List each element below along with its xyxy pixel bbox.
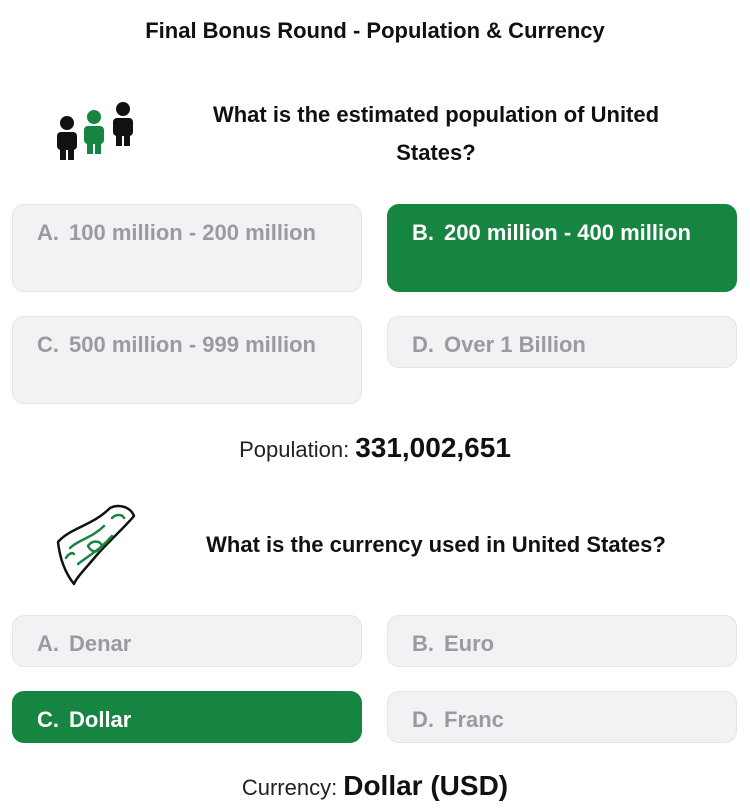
option-label: Over 1 Billion bbox=[444, 332, 586, 357]
option-letter: A. bbox=[37, 220, 59, 245]
population-question-text: What is the estimated population of Unit… bbox=[212, 102, 660, 165]
option-label: 500 million - 999 million bbox=[69, 332, 316, 357]
option-label: Franc bbox=[444, 707, 504, 732]
population-answer-value: 331,002,651 bbox=[355, 432, 511, 463]
option-letter: D. bbox=[412, 332, 434, 357]
option-label: Denar bbox=[69, 631, 132, 656]
currency-answer: Currency: Dollar (USD) bbox=[0, 770, 750, 802]
page-title: Final Bonus Round - Population & Currenc… bbox=[145, 18, 605, 43]
people-group-icon bbox=[48, 96, 144, 166]
option-label: Dollar bbox=[69, 707, 132, 732]
option-label: 100 million - 200 million bbox=[69, 220, 316, 245]
population-option-b[interactable]: B. 200 million - 400 million bbox=[387, 204, 737, 292]
population-answer-label: Population: bbox=[239, 437, 350, 462]
option-label: Euro bbox=[444, 631, 495, 656]
currency-question-text: What is the currency used in United Stat… bbox=[206, 532, 666, 557]
option-letter: B. bbox=[412, 220, 434, 245]
currency-question: What is the currency used in United Stat… bbox=[0, 498, 750, 594]
banknote-icon bbox=[48, 498, 144, 594]
option-letter: C. bbox=[37, 332, 59, 357]
currency-option-d[interactable]: D. Franc bbox=[387, 691, 737, 743]
population-question: What is the estimated population of Unit… bbox=[0, 96, 750, 176]
option-letter: C. bbox=[37, 707, 59, 732]
population-option-a[interactable]: A. 100 million - 200 million bbox=[12, 204, 362, 292]
option-letter: A. bbox=[37, 631, 59, 656]
currency-option-a[interactable]: A. Denar bbox=[12, 615, 362, 667]
currency-option-b[interactable]: B. Euro bbox=[387, 615, 737, 667]
option-letter: B. bbox=[412, 631, 434, 656]
option-letter: D. bbox=[412, 707, 434, 732]
option-label: 200 million - 400 million bbox=[444, 220, 691, 245]
population-answer: Population: 331,002,651 bbox=[0, 432, 750, 464]
population-option-c[interactable]: C. 500 million - 999 million bbox=[12, 316, 362, 404]
currency-answer-label: Currency: bbox=[241, 775, 338, 800]
population-option-d[interactable]: D. Over 1 Billion bbox=[387, 316, 737, 368]
currency-answer-value: Dollar (USD) bbox=[343, 770, 509, 801]
currency-option-c[interactable]: C. Dollar bbox=[12, 691, 362, 743]
